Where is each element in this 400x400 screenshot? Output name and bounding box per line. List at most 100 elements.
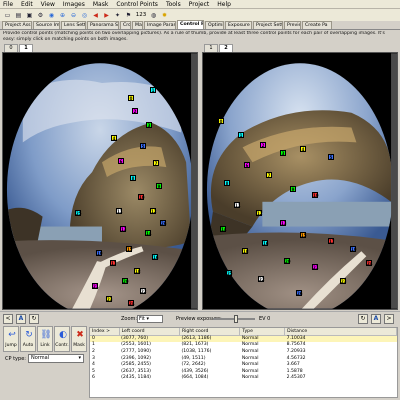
left-control-point[interactable]: 13	[120, 226, 127, 232]
right-control-point[interactable]: 18	[242, 248, 249, 254]
left-control-point[interactable]: 1	[150, 87, 156, 93]
left-control-point[interactable]: 17	[110, 260, 117, 266]
right-image-tab-2[interactable]: 2	[219, 44, 233, 52]
left-control-point[interactable]: 24	[128, 300, 135, 306]
right-control-point[interactable]: 11	[234, 202, 241, 208]
right-control-point[interactable]: 10	[312, 192, 319, 198]
cp-type-select[interactable]: Normal ▾	[28, 354, 84, 363]
right-control-point[interactable]: 20	[284, 258, 291, 264]
tab-panorama-settings[interactable]: Panorama Settings	[87, 21, 119, 29]
right-control-point[interactable]: 8	[224, 180, 230, 186]
right-control-point[interactable]: 0	[218, 118, 224, 124]
right-auto-add-button[interactable]: A	[371, 314, 381, 324]
left-control-point[interactable]: 20	[122, 278, 129, 284]
left-control-point[interactable]: 21	[92, 283, 99, 289]
right-control-point[interactable]: 26	[296, 290, 303, 296]
left-control-point[interactable]: 14	[145, 230, 152, 236]
left-control-point[interactable]: 6	[118, 158, 124, 164]
right-control-point[interactable]: 23	[340, 278, 347, 284]
zoom-select[interactable]: Fit ▾	[137, 315, 163, 323]
right-control-point[interactable]: 12	[256, 210, 263, 216]
menu-item-tools[interactable]: Tools	[166, 0, 181, 9]
left-rotate-button[interactable]: ↻	[29, 314, 39, 324]
left-image-pane[interactable]: 0 1 2 3 4 5 6 7 8 9 10 11 12 13 14 15 16 17 18 19 20 21 22 23 24…	[2, 52, 198, 310]
auto-button[interactable]: ↻ Auto	[20, 326, 36, 352]
tab-control-points[interactable]: Control Points	[177, 20, 204, 29]
preview-icon[interactable]: ◍	[149, 11, 158, 20]
tab-source-images[interactable]: Source Images	[33, 21, 60, 29]
right-control-point[interactable]: 1	[238, 132, 244, 138]
right-control-point[interactable]: 6	[244, 162, 250, 168]
tab-optimizer[interactable]: Optimizer	[205, 21, 224, 29]
table-row[interactable]: 4 (2585, 2455) (72, 2642) Normal 3.667	[90, 361, 397, 368]
table-row[interactable]: 6 (2435, 1184) (664, 1084) Normal 2.45307	[90, 375, 397, 382]
menu-item-file[interactable]: File	[3, 0, 13, 9]
column-header[interactable]: Index >	[90, 328, 120, 336]
zoom-in-icon[interactable]: ⊕	[58, 11, 67, 20]
mask-button[interactable]: ✖ Mask	[71, 326, 87, 352]
right-rotate-button[interactable]: ↻	[358, 314, 368, 324]
table-row[interactable]: 0 (3077, 760) (2613, 1186) Normal 7.10034	[90, 335, 397, 342]
exposure-slider-handle[interactable]	[234, 315, 239, 323]
left-control-point[interactable]: 22	[140, 288, 147, 294]
contr-button[interactable]: ◐ Contr.	[54, 326, 70, 352]
save-icon[interactable]: ▣	[25, 11, 34, 20]
bulb-icon[interactable]: ✹	[160, 11, 169, 20]
right-control-point[interactable]: 24	[366, 260, 373, 266]
table-row[interactable]: 5 (2637, 3513) (439, 3526) Normal 1.5878	[90, 368, 397, 375]
menu-item-control-points[interactable]: Control Points	[116, 0, 158, 9]
tab-crop[interactable]: Crop	[120, 21, 131, 29]
left-control-point[interactable]: 15	[126, 246, 133, 252]
left-control-point[interactable]: 3	[146, 122, 152, 128]
right-control-point[interactable]: 2	[260, 142, 266, 148]
tab-project-settings[interactable]: Project Settings	[253, 21, 283, 29]
menu-item-images[interactable]: Images	[63, 0, 85, 9]
optimize-icon[interactable]: ⚙	[36, 11, 45, 20]
tab-create-pa[interactable]: Create Pa	[302, 21, 332, 29]
left-control-point[interactable]: 12	[150, 208, 157, 214]
right-control-point[interactable]: 5	[328, 154, 334, 160]
right-control-point[interactable]: 17	[328, 238, 335, 244]
zoom-out-icon[interactable]: ⊖	[69, 11, 78, 20]
menu-item-edit[interactable]: Edit	[21, 0, 33, 9]
menu-item-mask[interactable]: Mask	[93, 0, 108, 9]
left-auto-add-button[interactable]: A	[16, 314, 26, 324]
right-image-tab-1[interactable]: 1	[204, 44, 218, 52]
prev-image-button[interactable]: <	[3, 314, 13, 324]
open-icon[interactable]: ▤	[14, 11, 23, 20]
tab-preview[interactable]: Preview	[284, 21, 301, 29]
right-control-point[interactable]: 15	[300, 232, 307, 238]
stitch-icon[interactable]: ◉	[47, 11, 56, 20]
left-control-point[interactable]: 7	[153, 160, 159, 166]
left-control-point[interactable]: 4	[111, 135, 117, 141]
left-control-point[interactable]: 9	[156, 183, 162, 189]
left-control-point[interactable]: 18	[134, 268, 141, 274]
left-control-point[interactable]: 23	[106, 296, 113, 302]
table-row[interactable]: 1 (2553, 1601) (821, 1673) Normal 8.75674	[90, 342, 397, 349]
right-control-point[interactable]: 19	[350, 246, 357, 252]
tab-exposure-hdr[interactable]: Exposure HDR	[225, 21, 252, 29]
link-button[interactable]: ⛓ Link	[37, 326, 53, 352]
right-control-point[interactable]: 16	[262, 240, 269, 246]
right-control-point[interactable]: 7	[266, 172, 272, 178]
right-control-point[interactable]: 4	[300, 146, 306, 152]
menu-item-view[interactable]: View	[41, 0, 55, 9]
column-header[interactable]: Distance	[284, 328, 397, 336]
tab-lens-settings[interactable]: Lens Settings	[61, 21, 86, 29]
left-control-point[interactable]: 2	[132, 108, 138, 114]
right-control-point[interactable]: 3	[280, 150, 286, 156]
right-control-point[interactable]: 14	[220, 226, 227, 232]
go-right-icon[interactable]: ▶	[102, 11, 111, 20]
tab-mask[interactable]: Mask	[132, 21, 143, 29]
left-control-point[interactable]: 0	[128, 95, 134, 101]
table-row[interactable]: 3 (2396, 1092) (49, 1511) Normal 4.56732	[90, 355, 397, 362]
table-row[interactable]: 2 (2777, 1090) (1038, 1176) Normal 7.20933	[90, 348, 397, 355]
left-control-point[interactable]: 5	[140, 143, 146, 149]
next-image-button[interactable]: >	[384, 314, 394, 324]
left-image-tab-1[interactable]: 1	[19, 44, 33, 52]
tab-project-assistant[interactable]: Project Assistant	[2, 21, 32, 29]
left-control-point[interactable]: 16	[152, 254, 159, 260]
right-control-point[interactable]: 25	[226, 270, 233, 276]
flag-icon[interactable]: ⚑	[124, 11, 133, 20]
left-image-tab-0[interactable]: 0	[4, 44, 18, 52]
